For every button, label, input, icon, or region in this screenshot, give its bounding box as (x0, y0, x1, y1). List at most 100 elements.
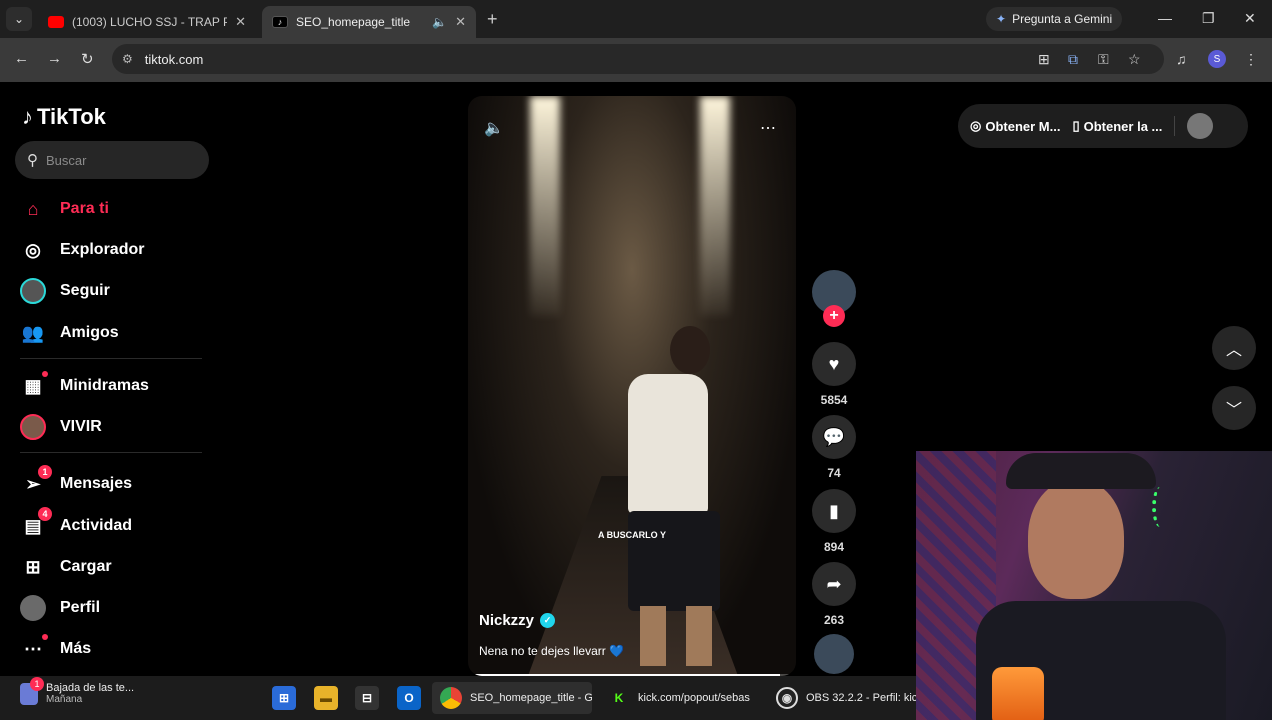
comment-icon: 💬 (822, 426, 846, 447)
profile-avatar[interactable]: S (1208, 50, 1226, 68)
translate-icon[interactable]: ⊞ (1038, 51, 1050, 68)
headphone-light (1152, 487, 1168, 527)
start-icon[interactable]: ⊞ (272, 686, 296, 710)
live-avatar-icon (20, 414, 46, 440)
forward-icon[interactable]: → (47, 50, 62, 67)
outlook-icon[interactable]: O (397, 686, 421, 710)
get-app-desktop-button[interactable]: ◎ Obtener M... (970, 118, 1060, 134)
sidebar-item-label: Cargar (60, 558, 112, 575)
sidebar-item-label: Perfil (60, 599, 101, 616)
like-button[interactable]: ♥ (812, 342, 856, 386)
taskbar-app-chrome[interactable]: SEO_homepage_title - G (432, 682, 592, 714)
more-icon: ⋯ (20, 634, 48, 662)
previous-video-button[interactable]: ︿ (1212, 326, 1256, 370)
key-icon[interactable]: ⚿ (1098, 51, 1109, 68)
save-button[interactable]: ▮ (812, 489, 856, 533)
share-button[interactable]: ➦ (812, 562, 856, 606)
close-tab-icon[interactable]: ✕ (235, 14, 246, 30)
bookmark-star-icon[interactable]: ☆ (1128, 51, 1141, 68)
gemini-button[interactable]: ✦ Pregunta a Gemini (986, 7, 1123, 31)
address-bar[interactable]: ⚙ tiktok.com (112, 44, 1164, 74)
taskbar: 1 Bajada de las te... Mañana ⊞ ▬ ⊟ O SEO… (0, 676, 916, 720)
follow-button[interactable]: + (823, 305, 845, 327)
get-app-mobile-button[interactable]: ▯ Obtener la ... (1072, 118, 1162, 134)
avatar-icon (20, 278, 46, 304)
sidebar-divider (20, 452, 202, 453)
taskbar-widget[interactable]: 1 Bajada de las te... Mañana (20, 676, 134, 705)
new-tab-button[interactable]: + (487, 9, 498, 30)
browser-toolbar: ← → ↻ ⚙ tiktok.com ⊞ ⧉ ⚿ ☆ ♫ S ⋮ (0, 38, 1272, 82)
taskbar-app-label: OBS 32.2.2 - Perfil: kic (806, 692, 916, 704)
sidebar-item-amigos[interactable]: 👥 Amigos (20, 318, 119, 348)
sidebar-item-mensajes[interactable]: ➢ 1 Mensajes (20, 465, 132, 499)
volume-icon[interactable]: 🔈 (484, 118, 504, 138)
activity-icon: ▤ 4 (20, 507, 52, 539)
video-player[interactable]: 🔈 ⋯ A BUSCARLO Y Nickzzy ✓ Nena no te de… (468, 96, 796, 676)
sparkle-icon: ✦ (996, 12, 1007, 26)
restore-button[interactable]: ❐ (1202, 10, 1215, 27)
get-app-label-2: Obtener la ... (1083, 118, 1163, 134)
search-input[interactable]: ⚲ Buscar (15, 141, 209, 179)
tab-title: SEO_homepage_title (296, 15, 411, 29)
close-tab-icon[interactable]: ✕ (455, 14, 466, 30)
cast-icon[interactable]: ⧉ (1068, 51, 1078, 68)
reload-icon[interactable]: ↻ (81, 50, 94, 68)
tab-youtube[interactable]: (1003) LUCHO SSJ - TRAP PARA ✕ (38, 6, 256, 38)
taskbar-app-label: kick.com/popout/sebas (638, 692, 750, 704)
site-info-icon[interactable]: ⚙ (122, 52, 133, 66)
media-controls-icon[interactable]: ♫ (1176, 51, 1187, 67)
home-icon: ⌂ (27, 198, 39, 219)
widget-subtitle: Mañana (46, 694, 83, 705)
like-count: 5854 (820, 393, 848, 407)
taskbar-app-kick[interactable]: K kick.com/popout/sebas (600, 682, 760, 714)
video-author[interactable]: Nickzzy ✓ (479, 612, 556, 629)
file-explorer-icon[interactable]: ▬ (314, 686, 338, 710)
sidebar-item-cargar[interactable]: ⊞ Cargar (20, 552, 112, 582)
video-caption-overlay: A BUSCARLO Y (597, 530, 666, 540)
back-icon[interactable]: ← (14, 50, 29, 67)
chevron-down-icon: ﹀ (1225, 402, 1242, 419)
sidebar-item-perfil[interactable]: Perfil (20, 593, 100, 623)
comment-button[interactable]: 💬 (812, 415, 856, 459)
sidebar-item-actividad[interactable]: ▤ 4 Actividad (20, 507, 133, 541)
minimize-button[interactable]: — (1158, 10, 1172, 26)
heart-icon: ♥ (828, 353, 840, 374)
webcam-overlay (916, 451, 1272, 720)
sidebar-item-label: Actividad (60, 517, 133, 534)
taskbar-app-obs[interactable]: ◉ OBS 32.2.2 - Perfil: kic (768, 682, 916, 714)
close-window-button[interactable]: ✕ (1244, 10, 1256, 27)
url-text: tiktok.com (144, 51, 204, 67)
sidebar-item-para-ti[interactable]: ⌂ Para ti (20, 194, 109, 224)
tab-search-button[interactable]: ⌄ (6, 7, 32, 31)
store-icon[interactable]: ⊟ (355, 686, 379, 710)
activity-badge: 4 (38, 507, 52, 521)
user-avatar[interactable] (1187, 113, 1214, 139)
youtube-icon (48, 16, 64, 28)
video-more-icon[interactable]: ⋯ (760, 118, 776, 138)
sidebar-item-minidramas[interactable]: ▦ Minidramas (20, 371, 149, 401)
sidebar-item-vivir[interactable]: VIVIR (20, 412, 102, 442)
film-icon: ▦ (20, 371, 48, 399)
sidebar-item-mas[interactable]: ⋯ Más (20, 634, 91, 664)
taskbar-app-label: SEO_homepage_title - G (470, 692, 592, 704)
sidebar-divider (20, 358, 202, 359)
sidebar-item-label: Más (60, 640, 92, 657)
chevron-up-icon: ︿ (1225, 342, 1242, 359)
next-video-button[interactable]: ﹀ (1212, 386, 1256, 430)
browser-tab-strip: ⌄ (1003) LUCHO SSJ - TRAP PARA ✕ ♪ SEO_h… (0, 0, 1272, 38)
verified-icon: ✓ (540, 613, 556, 628)
search-placeholder: Buscar (46, 152, 87, 168)
divider (1174, 116, 1176, 136)
music-disc-avatar[interactable] (814, 634, 854, 674)
video-description: Nena no te dejes llevarr 💙 (479, 644, 625, 658)
tiktok-logo[interactable]: ♪ TikTok (22, 104, 106, 130)
sidebar-item-seguir[interactable]: Seguir (20, 276, 110, 306)
sidebar-item-explorador[interactable]: ◎ Explorador (20, 235, 144, 265)
logo-text: TikTok (37, 104, 106, 129)
sidebar-item-label: VIVIR (60, 418, 102, 435)
sidebar-item-label: Para ti (60, 200, 109, 217)
tab-tiktok[interactable]: ♪ SEO_homepage_title 🔈 ✕ (262, 6, 476, 38)
menu-kebab-icon[interactable]: ⋮ (1244, 51, 1258, 68)
speaker-icon[interactable]: 🔈 (432, 15, 447, 29)
obs-icon: ◉ (776, 687, 798, 709)
